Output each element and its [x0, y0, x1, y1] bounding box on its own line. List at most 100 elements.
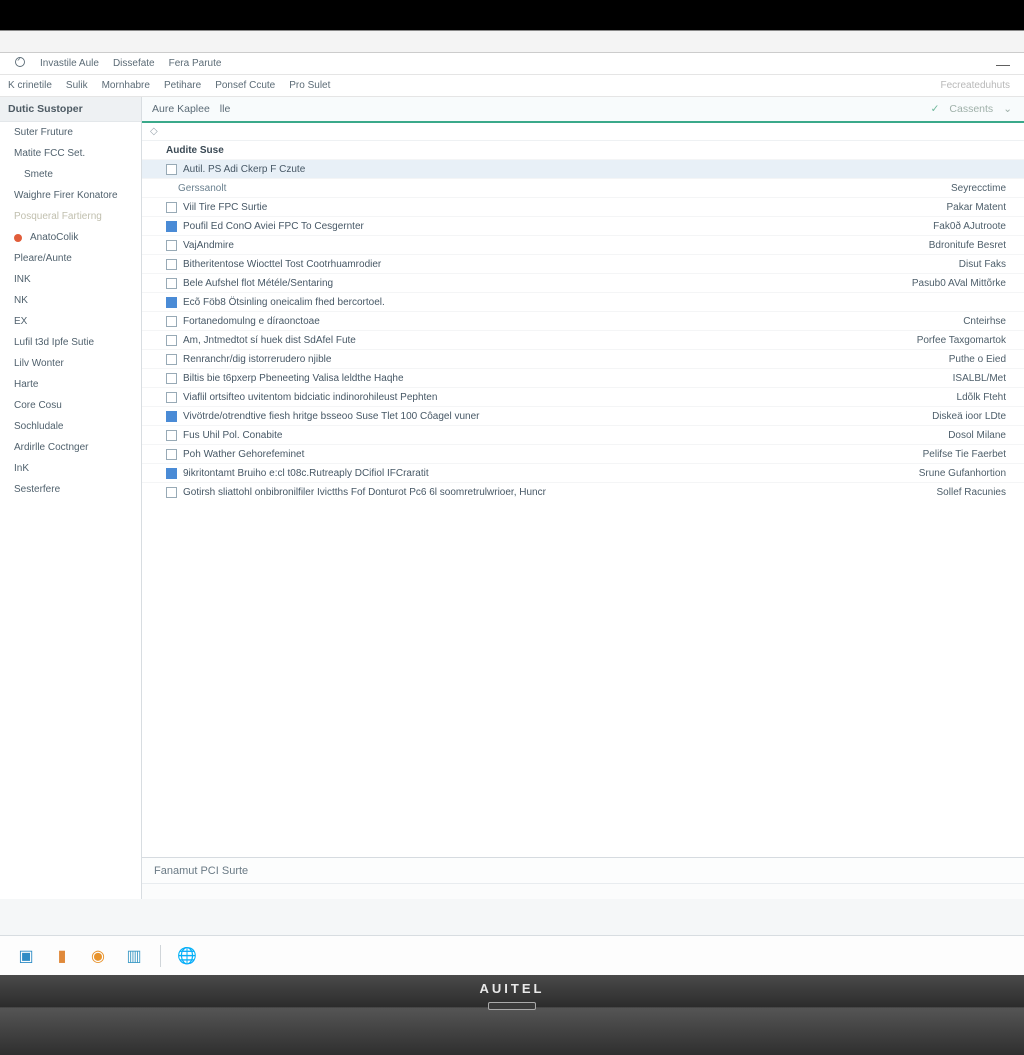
sidebar-item[interactable]: InK	[0, 458, 141, 479]
list-item-label: Bitheritentose Wiocttel Tost Cootrhuamro…	[183, 259, 381, 270]
sidebar-item[interactable]: Matite FCC Set.	[0, 143, 141, 164]
list-item[interactable]: Biltis bie t6pxerp Pbeneeting Valisa lel…	[142, 369, 1024, 388]
header-sub: lle	[220, 103, 231, 115]
list-item[interactable]: Fortanedomulng e díraonctoaeCnteirhse	[142, 312, 1024, 331]
list-item-label: Poh Wather Gehorefeminet	[183, 449, 304, 460]
book-icon[interactable]: ▥	[124, 946, 144, 966]
diamond-icon: ◇	[150, 126, 158, 137]
list-item-label: Audite Suse	[166, 145, 224, 156]
sidebar-item[interactable]: EX	[0, 311, 141, 332]
list-item[interactable]: Fus Uhil Pol. ConabiteDosol Milane	[142, 426, 1024, 445]
row-icon	[166, 202, 177, 213]
check-icon: ✓	[931, 103, 940, 115]
back-icon[interactable]	[14, 56, 26, 71]
list-item[interactable]: GerssanoltSeyrecctime	[142, 179, 1024, 198]
list-item[interactable]: VajAndmireBdronitufe Besret	[142, 236, 1024, 255]
row-icon	[166, 430, 177, 441]
list-item[interactable]: Poufil Ed ConO Aviei FPC To CesgernterFa…	[142, 217, 1024, 236]
statusbar: Fanamut PCI Surte	[142, 857, 1024, 883]
brand-label: AUITEL	[480, 981, 545, 996]
list-item[interactable]: Viaflil ortsifteo uvitentom bidciatic in…	[142, 388, 1024, 407]
row-icon	[166, 411, 177, 422]
sidebar-item[interactable]: Ardirlle Coctnger	[0, 437, 141, 458]
sidebar-item[interactable]: Lufil t3d Ipfe Sutie	[0, 332, 141, 353]
minimize-button[interactable]: —	[996, 56, 1010, 72]
sidebar-item[interactable]: AnatoColik	[0, 227, 141, 248]
globe-icon[interactable]: 🌐	[177, 946, 197, 966]
sidebar-item[interactable]: Smete	[0, 164, 141, 185]
laptop-chassis: AUITEL	[0, 975, 1024, 1055]
list-item[interactable]: Ecõ Föb8 Ötsinling oneicalim fhed bercor…	[142, 293, 1024, 312]
list-item-label: VajAndmire	[183, 240, 234, 251]
menu-item[interactable]: Invastile Aule	[40, 58, 99, 69]
list-item[interactable]: Gotirsh sliattohl onbibronilfiler Ivictt…	[142, 483, 1024, 499]
titlebar	[0, 31, 1024, 53]
sidebar-item-label: INK	[14, 274, 31, 285]
menu-item[interactable]: Mornhabre	[102, 80, 150, 91]
sidebar-item[interactable]: NK	[0, 290, 141, 311]
sidebar-item-label: Posqueral Fartierng	[14, 211, 102, 222]
list-item-right: Cnteirhse	[963, 316, 1010, 327]
list-item-right: Sollef Racunies	[937, 487, 1010, 498]
chevron-down-icon[interactable]: ⌄	[1003, 103, 1012, 115]
list-item[interactable]: Renranchr/dig istorrerudero njiblePuthe …	[142, 350, 1024, 369]
main-header: Aure Kaplee lle ✓ Cassents ⌄	[142, 97, 1024, 123]
sidebar-item-label: Waighre Firer Konatore	[14, 190, 118, 201]
list-item[interactable]: Poh Wather Gehorefeminet Pelifse Tie Faer…	[142, 445, 1024, 464]
menu-item[interactable]: Fera Parute	[169, 58, 222, 69]
sidebar-item-label: EX	[14, 316, 27, 327]
folder-icon[interactable]: ▮	[52, 946, 72, 966]
menu-item[interactable]: Petihare	[164, 80, 201, 91]
list-item-right: Pasub0 AVal Mittõrke	[912, 278, 1010, 289]
list-item[interactable]: Bele Aufshel flot Météle/SentaringPasub0…	[142, 274, 1024, 293]
sidebar-item[interactable]: INK	[0, 269, 141, 290]
sidebar-item-label: Pleare/Aunte	[14, 253, 72, 264]
list-item[interactable]: Audite Suse	[142, 141, 1024, 160]
sidebar-item-label: Matite FCC Set.	[14, 148, 85, 159]
sidebar-item-label: InK	[14, 463, 29, 474]
list-item[interactable]: Am, Jntmedtot sí huek dist SdAfel FutePo…	[142, 331, 1024, 350]
menu-label: K crinetile	[8, 80, 52, 91]
sidebar-item[interactable]: Core Cosu	[0, 395, 141, 416]
sidebar-item[interactable]: Sesterfere	[0, 479, 141, 500]
header-dropdown[interactable]: Cassents	[949, 103, 993, 115]
list-item-label: Poufil Ed ConO Aviei FPC To Cesgernter	[183, 221, 364, 232]
panel-icon[interactable]: ▣	[16, 946, 36, 966]
menu-item[interactable]: Dissefate	[113, 58, 155, 69]
taskbar: ▣ ▮ ◉ ▥ 🌐	[0, 935, 1024, 975]
list-item-right: ISALBL/Met	[953, 373, 1010, 384]
orange-app-icon[interactable]: ◉	[88, 946, 108, 966]
sidebar-item-label: Core Cosu	[14, 400, 62, 411]
menu-item[interactable]: Pro Sulet	[289, 80, 330, 91]
list-item[interactable]: Vivötrde/otrendtive fiesh hritge bsseoo …	[142, 407, 1024, 426]
sidebar-item[interactable]: Posqueral Fartierng	[0, 206, 141, 227]
sidebar-item-label: Harte	[14, 379, 38, 390]
row-icon	[166, 278, 177, 289]
menu-status: Fecreateduhuts	[941, 80, 1011, 91]
list-item-label: Vivötrde/otrendtive fiesh hritge bsseoo …	[183, 411, 479, 422]
list-item[interactable]: 9ikritontamt Bruiho e:cl t08c.Rutreaply …	[142, 464, 1024, 483]
sidebar-item[interactable]: Waighre Firer Konatore	[0, 185, 141, 206]
sidebar-item[interactable]: Lilv Wonter	[0, 353, 141, 374]
status-dot-icon	[14, 234, 22, 242]
menu-item[interactable]: Sulik	[66, 80, 88, 91]
list-item[interactable]: Bitheritentose Wiocttel Tost Cootrhuamro…	[142, 255, 1024, 274]
row-icon	[166, 164, 177, 175]
row-icon	[166, 392, 177, 403]
list-item-label: Fus Uhil Pol. Conabite	[183, 430, 283, 441]
list-item-right: Ldõlk Fteht	[957, 392, 1010, 403]
row-icon	[166, 487, 177, 498]
list-item[interactable]: Autil. PS Adi Ckerp F Czute	[142, 160, 1024, 179]
main-panel: Aure Kaplee lle ✓ Cassents ⌄ ◇ Audite Su…	[142, 97, 1024, 899]
sidebar-item[interactable]: Sochludale	[0, 416, 141, 437]
menu-item[interactable]: Ponsef Ccute	[215, 80, 275, 91]
list-item-right: Pakar Matent	[947, 202, 1010, 213]
sidebar-item-label: Sesterfere	[14, 484, 60, 495]
list-item-right: Pelifse Tie Faerbet	[923, 449, 1010, 460]
sidebar-item[interactable]: Pleare/Aunte	[0, 248, 141, 269]
sidebar-item[interactable]: Harte	[0, 374, 141, 395]
keyboard-strip	[488, 1002, 536, 1010]
sidebar-item[interactable]: Suter Fruture	[0, 122, 141, 143]
list-item[interactable]: Viil Tire FPC SurtiePakar Matent	[142, 198, 1024, 217]
sidebar-item-label: AnatoColik	[30, 232, 78, 243]
